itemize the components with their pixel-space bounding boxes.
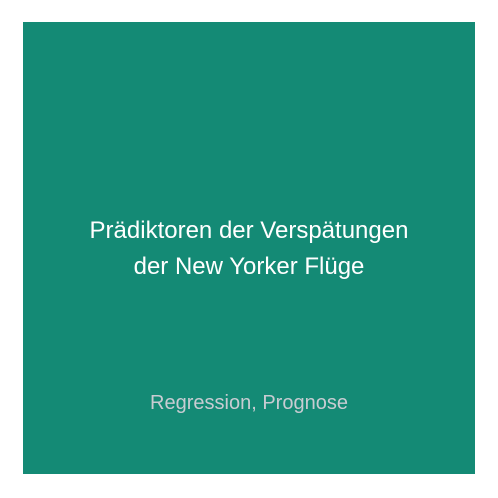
card-title-line-2: der New Yorker Flüge [133,253,365,280]
card-subtitle: Regression, Prognose [150,392,348,414]
topic-card[interactable]: Prädiktoren der Verspätungen der New Yor… [23,22,475,474]
card-title-line-1: Prädiktoren der Verspätungen [89,217,409,244]
card-title: Prädiktoren der Verspätungen der New Yor… [23,213,475,285]
